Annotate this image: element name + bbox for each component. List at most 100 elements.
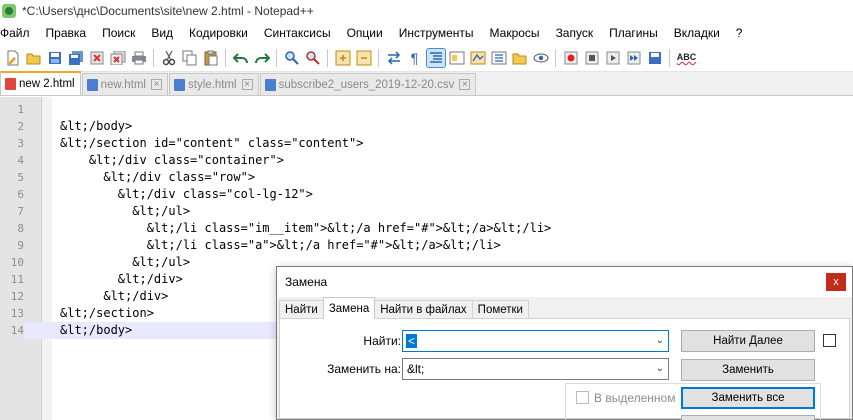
code-line[interactable]: 7 &lt;/ul> <box>0 203 853 220</box>
line-text: &lt;/div> <box>60 289 169 303</box>
tab-find[interactable]: Найти <box>279 300 324 319</box>
replace-icon[interactable] <box>304 49 322 67</box>
line-number: 13 <box>10 307 24 320</box>
save-icon[interactable] <box>46 49 64 67</box>
line-text: &lt;/div> <box>60 272 183 286</box>
paste-icon[interactable] <box>202 49 220 67</box>
code-line[interactable]: 6 &lt;/div class="col-lg-12"> <box>0 186 853 203</box>
menu-encoding[interactable]: Кодировки <box>181 22 256 44</box>
tab-replace[interactable]: Замена <box>322 297 376 319</box>
saved-file-icon <box>264 78 276 91</box>
find-icon[interactable] <box>283 49 301 67</box>
tab-label: new.html <box>100 78 146 91</box>
line-text: &lt;/li class="im__item">&lt;/a href="#"… <box>60 221 552 235</box>
undo-icon[interactable] <box>232 49 250 67</box>
dialog-title-bar[interactable]: Замена x <box>277 267 852 297</box>
close-file-icon[interactable] <box>88 49 106 67</box>
toolbar-separator <box>555 48 556 67</box>
document-tab-bar: new 2.html new.html × style.html × subsc… <box>0 71 853 96</box>
code-line[interactable]: 4 &lt;/div class="container"> <box>0 152 853 169</box>
tab-subscribe-csv[interactable]: subscribe2_users_2019-12-20.csv × <box>259 73 477 95</box>
code-line[interactable]: 3 &lt;/section id="content" class="conten… <box>0 135 853 152</box>
menu-macro[interactable]: Макросы <box>482 22 548 44</box>
stop-macro-icon[interactable] <box>583 49 601 67</box>
menu-file[interactable]: Файл <box>0 22 38 44</box>
line-number: 9 <box>17 239 24 252</box>
code-line[interactable]: 8 &lt;/li class="im__item">&lt;/a href="… <box>0 220 853 237</box>
tab-new-2-html[interactable]: new 2.html <box>0 71 81 95</box>
play-macro-icon[interactable] <box>604 49 622 67</box>
print-icon[interactable] <box>130 49 148 67</box>
menu-language[interactable]: Синтаксисы <box>256 22 339 44</box>
copy-icon[interactable] <box>181 49 199 67</box>
toolbar-separator <box>669 48 670 67</box>
zoom-out-icon[interactable] <box>355 49 373 67</box>
spellcheck-icon[interactable]: ABC <box>676 49 698 67</box>
chevron-down-icon[interactable]: ⌄ <box>656 363 664 374</box>
indent-guide-icon[interactable] <box>425 47 446 68</box>
tab-style-html[interactable]: style.html × <box>169 73 259 95</box>
close-tab-icon[interactable]: × <box>151 79 162 90</box>
more-options-button[interactable] <box>681 415 815 420</box>
doc-map-icon[interactable] <box>469 49 487 67</box>
code-line[interactable]: 2 &lt;/body> <box>0 118 853 135</box>
line-number: 5 <box>17 171 24 184</box>
transparency-checkbox[interactable] <box>823 334 836 347</box>
line-number: 10 <box>10 256 24 269</box>
notepadpp-logo-icon <box>2 4 16 18</box>
save-macro-icon[interactable] <box>646 49 664 67</box>
line-text: &lt;/div class="container"> <box>60 153 284 167</box>
tab-find-in-files[interactable]: Найти в файлах <box>374 300 473 319</box>
menu-help[interactable]: ? <box>728 22 751 44</box>
line-text: &lt;/div class="row"> <box>60 170 256 184</box>
show-all-chars-icon[interactable] <box>448 49 466 67</box>
replace-dialog: Замена x Найти Замена Найти в файлах Пом… <box>276 266 853 420</box>
line-number: 12 <box>10 290 24 303</box>
cut-icon[interactable] <box>160 49 178 67</box>
function-list-icon[interactable] <box>490 49 508 67</box>
line-number: 4 <box>17 154 24 167</box>
chevron-down-icon[interactable]: ⌄ <box>656 335 664 346</box>
menu-run[interactable]: Запуск <box>548 22 602 44</box>
toolbar-separator <box>225 48 226 67</box>
close-all-icon[interactable] <box>109 49 127 67</box>
monitoring-eye-icon[interactable] <box>532 49 550 67</box>
sync-scroll-icon[interactable] <box>385 49 403 67</box>
redo-icon[interactable] <box>253 49 271 67</box>
code-line[interactable]: 5 &lt;/div class="row"> <box>0 169 853 186</box>
replace-all-button[interactable]: Заменить все <box>681 387 815 409</box>
find-input[interactable]: < ⌄ <box>402 330 669 352</box>
word-wrap-icon[interactable]: ¶ <box>406 49 424 67</box>
tab-mark[interactable]: Пометки <box>471 300 529 319</box>
find-value: < <box>406 334 418 348</box>
in-selection-checkbox[interactable] <box>576 391 589 404</box>
new-file-icon[interactable] <box>4 49 22 67</box>
record-macro-icon[interactable] <box>562 49 580 67</box>
run-macro-multiple-icon[interactable] <box>625 49 643 67</box>
menu-tabs[interactable]: Вкладки <box>666 22 728 44</box>
save-all-icon[interactable] <box>67 49 85 67</box>
close-tab-icon[interactable]: × <box>459 79 471 90</box>
menu-view[interactable]: Вид <box>143 22 181 44</box>
menu-search[interactable]: Поиск <box>94 22 143 44</box>
folder-workspace-icon[interactable] <box>511 49 529 67</box>
menu-plugins[interactable]: Плагины <box>601 22 666 44</box>
line-text: &lt;/body> <box>60 323 133 337</box>
line-text: &lt;/body> <box>60 119 133 133</box>
menu-edit[interactable]: Правка <box>38 22 95 44</box>
line-text: &lt;/li class="a">&lt;/a href="#">&lt;/a… <box>60 238 501 252</box>
menu-settings[interactable]: Опции <box>339 22 391 44</box>
zoom-in-icon[interactable] <box>334 49 352 67</box>
code-line[interactable]: 1 <box>0 101 853 118</box>
open-file-icon[interactable] <box>25 49 43 67</box>
menu-tools[interactable]: Инструменты <box>391 22 482 44</box>
replace-input[interactable]: &lt; ⌄ <box>402 358 669 380</box>
code-line[interactable]: 9 &lt;/li class="a">&lt;/a href="#">&lt;… <box>0 237 853 254</box>
close-icon: x <box>833 276 839 288</box>
find-next-button[interactable]: Найти Далее <box>681 330 815 352</box>
close-tab-icon[interactable]: × <box>241 79 253 90</box>
tab-new-html[interactable]: new.html × <box>81 73 168 95</box>
close-dialog-button[interactable]: x <box>826 273 846 291</box>
line-number: 1 <box>17 103 24 116</box>
replace-button[interactable]: Заменить <box>681 359 815 381</box>
